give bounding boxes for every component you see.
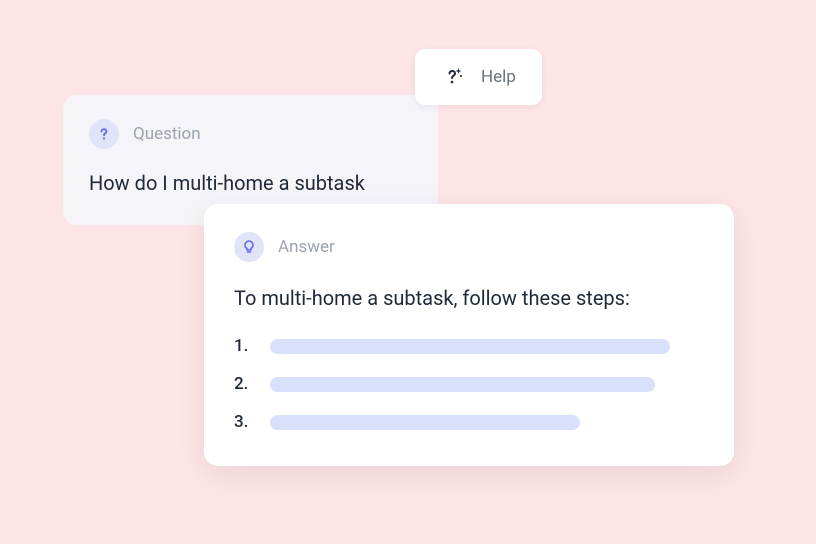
question-header: Question: [89, 119, 412, 149]
step-placeholder-bar: [270, 339, 670, 354]
list-item: 1.: [234, 336, 704, 356]
answer-header: Answer: [234, 232, 704, 262]
question-label: Question: [133, 124, 201, 144]
question-icon: [89, 119, 119, 149]
answer-intro-text: To multi-home a subtask, follow these st…: [234, 284, 704, 312]
step-placeholder-bar: [270, 377, 655, 392]
step-number: 1.: [234, 336, 252, 356]
answer-card: Answer To multi-home a subtask, follow t…: [204, 204, 734, 466]
list-item: 2.: [234, 374, 704, 394]
lightbulb-icon: [234, 232, 264, 262]
question-text: How do I multi-home a subtask: [89, 169, 412, 197]
sparkle-question-icon: [441, 65, 465, 89]
step-number: 2.: [234, 374, 252, 394]
help-chip[interactable]: Help: [415, 49, 542, 105]
answer-steps-list: 1. 2. 3.: [234, 336, 704, 432]
list-item: 3.: [234, 412, 704, 432]
step-number: 3.: [234, 412, 252, 432]
help-chip-label: Help: [481, 67, 516, 87]
step-placeholder-bar: [270, 415, 580, 430]
answer-label: Answer: [278, 237, 335, 257]
